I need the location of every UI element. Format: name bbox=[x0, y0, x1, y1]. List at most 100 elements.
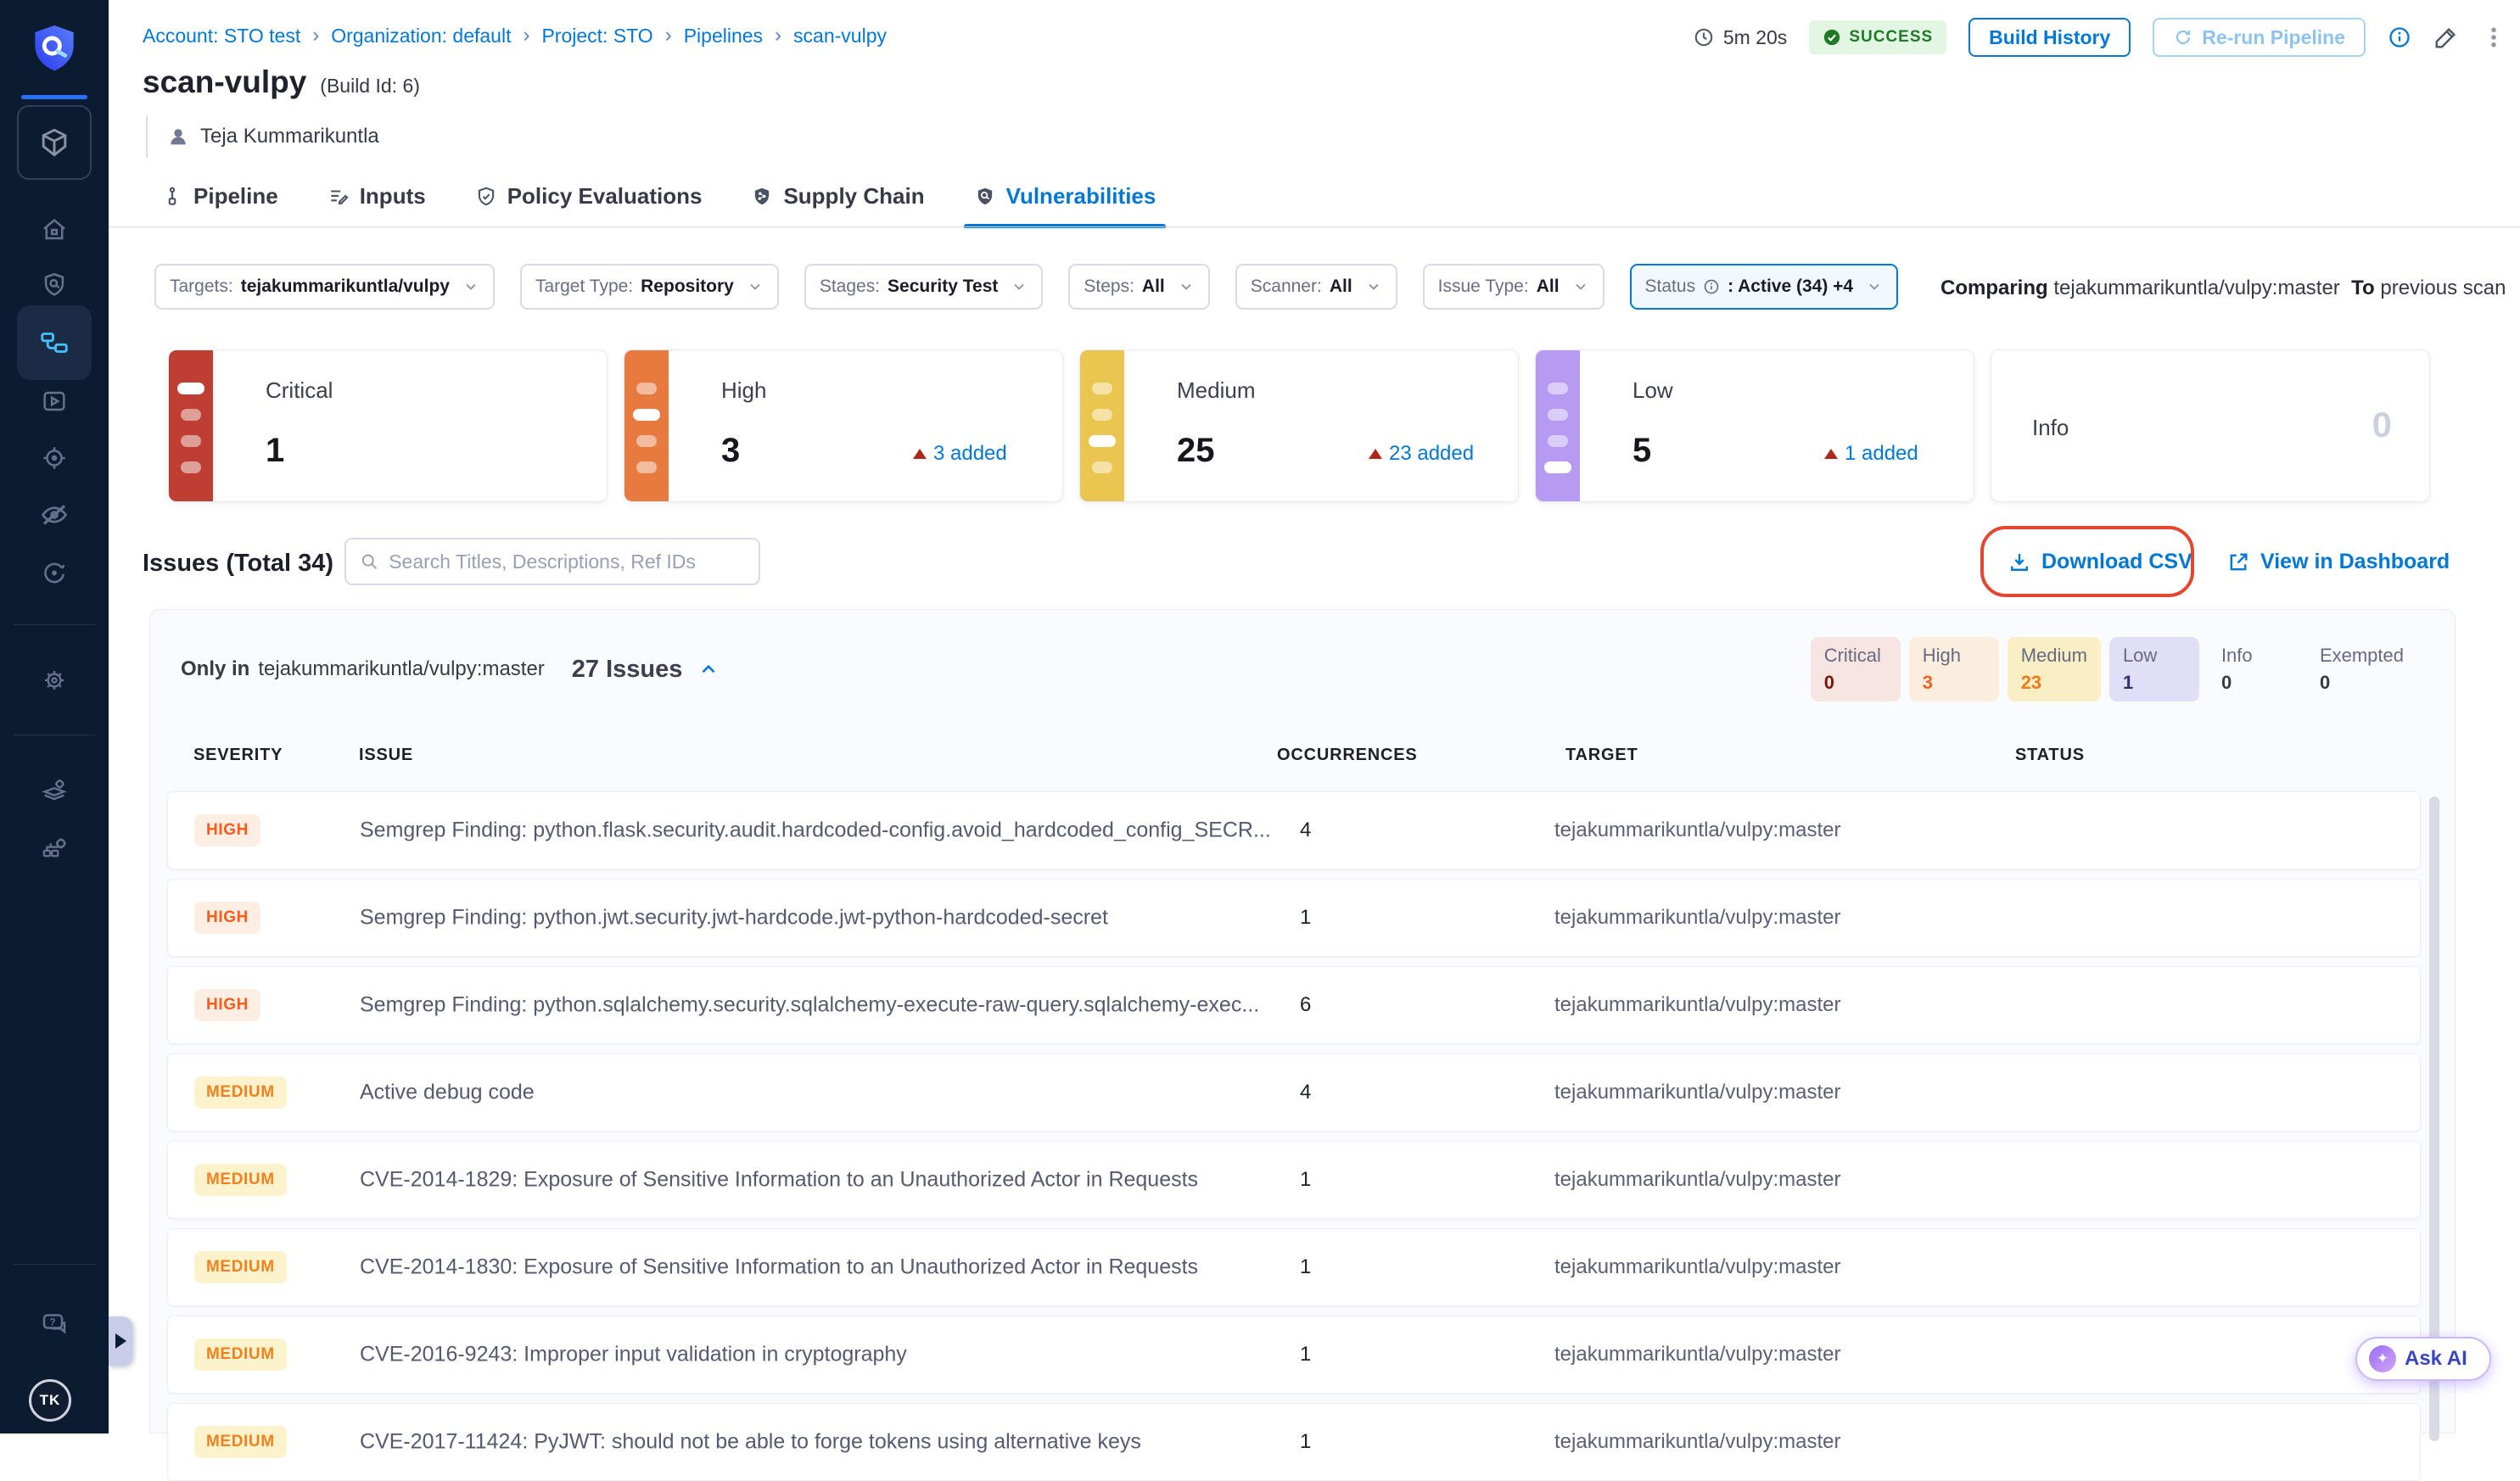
sidebar-item-help[interactable]: ? bbox=[0, 1303, 109, 1345]
filter-scanner[interactable]: Scanner:All bbox=[1235, 264, 1397, 310]
shield-search-logo-icon bbox=[27, 22, 81, 76]
vulnerabilities-shield-icon bbox=[974, 186, 996, 208]
tab-pipeline[interactable]: Pipeline bbox=[151, 175, 288, 228]
target: tejakummarikuntla/vulpy:master bbox=[1554, 906, 1840, 930]
sto-logo[interactable] bbox=[0, 20, 109, 78]
edit-pencil-icon[interactable] bbox=[2433, 25, 2459, 50]
ask-ai-button[interactable]: ✦ Ask AI bbox=[2355, 1337, 2491, 1381]
tab-policy-evaluations[interactable]: Policy Evaluations bbox=[465, 175, 713, 228]
sidebar-item-governance[interactable] bbox=[0, 827, 109, 869]
sidebar-item-targets[interactable] bbox=[0, 437, 109, 479]
kebab-menu-icon[interactable] bbox=[2481, 25, 2506, 50]
issues-search[interactable] bbox=[344, 538, 760, 585]
chip-critical: Critical0 bbox=[1811, 637, 1901, 701]
severity-card-low[interactable]: Low 5 1 added bbox=[1535, 349, 1974, 502]
filter-targets[interactable]: Targets:tejakummarikuntla/vulpy bbox=[154, 264, 495, 310]
severity-badge: MEDIUM bbox=[194, 1426, 287, 1458]
severity-badge: HIGH bbox=[194, 814, 260, 847]
sidebar-item-scans[interactable] bbox=[0, 264, 109, 306]
breadcrumb-account[interactable]: Account: STO test bbox=[143, 25, 300, 48]
card-label: Medium bbox=[1177, 377, 1255, 404]
breadcrumb-org[interactable]: Organization: default bbox=[331, 25, 511, 48]
target-icon bbox=[40, 444, 69, 472]
table-row[interactable]: MEDIUM CVE-2014-1830: Exposure of Sensit… bbox=[167, 1228, 2421, 1306]
search-input[interactable] bbox=[389, 550, 745, 573]
info-icon[interactable] bbox=[2388, 25, 2411, 49]
rerun-pipeline-button[interactable]: Re-run Pipeline bbox=[2153, 18, 2366, 57]
sidebar-item-pipelines[interactable] bbox=[0, 321, 109, 364]
sidebar-expand-handle[interactable] bbox=[109, 1316, 132, 1366]
occurrences: 1 bbox=[1300, 1255, 1311, 1279]
refresh-icon bbox=[2173, 27, 2193, 48]
eye-slash-icon bbox=[39, 500, 70, 530]
filter-issue-type[interactable]: Issue Type:All bbox=[1423, 264, 1604, 310]
table-row[interactable]: MEDIUM CVE-2017-11424: PyJWT: should not… bbox=[167, 1403, 2421, 1481]
sidebar-item-baseline[interactable] bbox=[0, 550, 109, 593]
breadcrumb-project[interactable]: Project: STO bbox=[541, 25, 652, 48]
filter-target-type[interactable]: Target Type:Repository bbox=[520, 264, 779, 310]
severity-card-critical[interactable]: Critical 1 bbox=[168, 349, 608, 502]
build-id: (Build Id: 6) bbox=[320, 75, 420, 98]
tab-bar: Pipeline Inputs Policy Evaluations Suppl… bbox=[151, 175, 1166, 228]
occurrences: 1 bbox=[1300, 1430, 1311, 1454]
help-chat-icon: ? bbox=[39, 1309, 70, 1339]
layers-gear-icon bbox=[40, 776, 69, 805]
table-row[interactable]: HIGH Semgrep Finding: python.jwt.securit… bbox=[167, 879, 2421, 957]
download-icon bbox=[2008, 550, 2031, 574]
user-avatar[interactable]: TK bbox=[29, 1379, 71, 1422]
ai-sparkle-icon: ✦ bbox=[2369, 1345, 2396, 1372]
expand-arrow-icon bbox=[115, 1333, 126, 1349]
sidebar-item-executions[interactable] bbox=[0, 380, 109, 422]
shield-check-icon bbox=[475, 186, 497, 208]
chevron-down-icon bbox=[1365, 278, 1382, 295]
build-history-button[interactable]: Build History bbox=[1968, 18, 2131, 57]
tab-supply-chain[interactable]: Supply Chain bbox=[741, 175, 934, 228]
tab-inputs[interactable]: Inputs bbox=[317, 175, 436, 228]
sidebar-item-home[interactable] bbox=[0, 209, 109, 251]
module-selector[interactable] bbox=[17, 105, 92, 180]
inputs-icon bbox=[328, 186, 350, 208]
filter-stages[interactable]: Stages:Security Test bbox=[804, 264, 1044, 310]
card-count: 5 bbox=[1632, 432, 1651, 470]
table-row[interactable]: HIGH Semgrep Finding: python.flask.secur… bbox=[167, 791, 2421, 869]
build-author: Teja Kummarikuntla bbox=[146, 115, 379, 158]
breadcrumb: Account: STO test› Organization: default… bbox=[143, 24, 887, 48]
target: tejakummarikuntla/vulpy:master bbox=[1554, 1255, 1840, 1279]
target: tejakummarikuntla/vulpy:master bbox=[1554, 1168, 1840, 1192]
module-cube-icon bbox=[36, 124, 73, 161]
severity-card-high[interactable]: High 3 3 added bbox=[624, 349, 1063, 502]
medium-strip bbox=[1080, 350, 1124, 501]
sidebar-divider bbox=[14, 1264, 95, 1265]
severity-card-info[interactable]: Info 0 bbox=[1991, 349, 2430, 502]
card-label: Low bbox=[1632, 377, 1673, 404]
low-strip bbox=[1536, 350, 1580, 501]
card-count: 1 bbox=[266, 432, 284, 470]
view-in-dashboard-button[interactable]: View in Dashboard bbox=[2226, 550, 2450, 574]
filter-steps[interactable]: Steps:All bbox=[1068, 264, 1209, 310]
download-csv-button[interactable]: Download CSV bbox=[2008, 550, 2192, 574]
card-added: 1 added bbox=[1824, 442, 1918, 466]
build-duration: 5m 20s bbox=[1693, 26, 1787, 49]
table-row[interactable]: MEDIUM CVE-2016-9243: Improper input val… bbox=[167, 1316, 2421, 1394]
filter-status[interactable]: Status : Active (34) +4 bbox=[1630, 264, 1899, 310]
pipelines-icon bbox=[39, 327, 70, 358]
triangle-up-icon bbox=[1824, 449, 1838, 459]
high-strip bbox=[624, 350, 669, 501]
severity-card-medium[interactable]: Medium 25 23 added bbox=[1079, 349, 1519, 502]
svg-text:?: ? bbox=[49, 1316, 55, 1328]
sidebar-item-exemptions[interactable] bbox=[0, 494, 109, 536]
severity-badge: MEDIUM bbox=[194, 1251, 287, 1283]
page-title: scan-vulpy bbox=[143, 64, 306, 100]
breadcrumb-current[interactable]: scan-vulpy bbox=[793, 25, 887, 48]
sidebar-item-default-settings[interactable] bbox=[0, 769, 109, 812]
card-label: Critical bbox=[266, 377, 333, 404]
tab-vulnerabilities[interactable]: Vulnerabilities bbox=[964, 175, 1167, 228]
sidebar-item-settings[interactable] bbox=[0, 659, 109, 701]
breadcrumb-pipelines[interactable]: Pipelines bbox=[684, 25, 763, 48]
chevron-up-icon[interactable] bbox=[697, 658, 720, 680]
chip-info: Info0 bbox=[2208, 637, 2298, 701]
table-row[interactable]: MEDIUM Active debug code 4 tejakummariku… bbox=[167, 1053, 2421, 1132]
table-row[interactable]: MEDIUM CVE-2014-1829: Exposure of Sensit… bbox=[167, 1141, 2421, 1219]
table-row[interactable]: HIGH Semgrep Finding: python.sqlalchemy.… bbox=[167, 966, 2421, 1044]
occurrences: 1 bbox=[1300, 1168, 1311, 1192]
